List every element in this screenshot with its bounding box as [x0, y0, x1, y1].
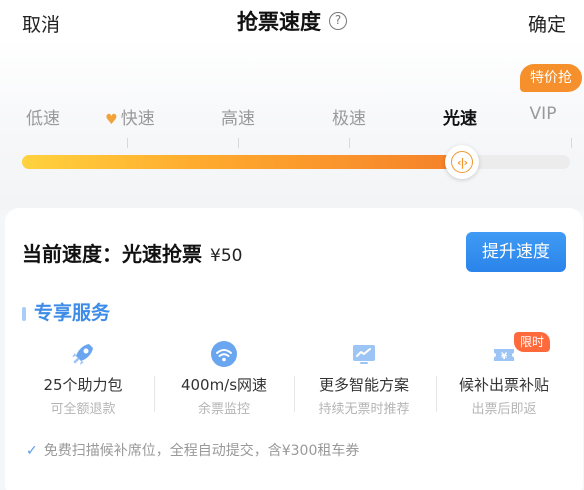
- service-title: 更多智能方案: [318, 376, 409, 394]
- speed-level-label: VIP: [529, 104, 557, 124]
- rocket-icon: [72, 344, 93, 365]
- slider-tick: [571, 138, 572, 148]
- check-icon: ✓: [26, 443, 38, 459]
- service-footnote: ✓ 免费扫描候补席位，全程自动提交，含¥300租车券: [26, 440, 359, 460]
- speed-level-label: 快速: [120, 109, 155, 129]
- speed-slider-track[interactable]: [22, 155, 570, 169]
- limited-time-badge: 限时: [514, 332, 550, 352]
- service-item-network: 400m/s网速 余票监控: [151, 340, 297, 420]
- slider-tick: [238, 138, 239, 148]
- section-bar: [22, 306, 26, 321]
- services-section-title: 专享服务: [22, 298, 110, 325]
- page-title: 抢票速度: [237, 10, 321, 34]
- service-title: 候补出票补贴: [458, 376, 549, 394]
- current-speed-price: ¥50: [210, 246, 243, 266]
- service-title: 400m/s网速: [180, 376, 268, 394]
- service-subtitle: 出票后即返: [471, 402, 537, 417]
- speed-level-label: 极速: [332, 109, 366, 129]
- service-subtitle: 持续无票时推荐: [318, 402, 410, 417]
- speed-slider-fill: [22, 155, 461, 169]
- question-circle-icon[interactable]: ?: [329, 12, 347, 30]
- current-speed-label: 当前速度：光速抢票: [22, 242, 202, 266]
- current-speed: 当前速度：光速抢票 ¥50: [22, 238, 242, 267]
- speed-slider-thumb[interactable]: ‹|›: [445, 145, 479, 179]
- services-title-text: 专享服务: [34, 302, 111, 324]
- service-subtitle: 余票监控: [197, 402, 250, 417]
- confirm-button[interactable]: 确定: [528, 10, 566, 37]
- speed-level-extreme[interactable]: 极速: [332, 104, 366, 129]
- speed-level-fast[interactable]: ♥ 快速: [105, 104, 155, 129]
- footnote-text: 免费扫描候补席位，全程自动提交，含¥300租车券: [43, 443, 360, 459]
- chart-monitor-icon: [353, 345, 375, 364]
- service-item-boost: 25个助力包 可全额退款: [10, 340, 156, 420]
- speed-level-light[interactable]: 光速: [443, 104, 477, 129]
- header-title-wrap: 抢票速度?: [0, 6, 584, 36]
- speed-level-high[interactable]: 高速: [221, 104, 255, 129]
- slider-ticks: [0, 138, 584, 152]
- slider-tick: [127, 138, 128, 148]
- slider-handle-icon: ‹|›: [451, 151, 473, 173]
- special-price-badge: 特价抢: [520, 64, 582, 92]
- wifi-icon: [211, 341, 237, 367]
- service-title: 25个助力包: [43, 376, 123, 394]
- svg-text:¥: ¥: [501, 352, 508, 362]
- speed-level-low[interactable]: 低速: [26, 104, 60, 129]
- speed-level-label: 高速: [221, 109, 255, 129]
- speed-level-label: 低速: [26, 109, 60, 129]
- service-item-smart-plan: 更多智能方案 持续无票时推荐: [291, 340, 437, 420]
- service-subtitle: 可全额退款: [50, 402, 116, 417]
- speed-level-vip[interactable]: VIP: [530, 104, 557, 124]
- service-item-subsidy: ¥ 候补出票补贴 出票后即返: [431, 340, 577, 420]
- slider-tick: [349, 138, 350, 148]
- upgrade-speed-button[interactable]: 提升速度: [466, 232, 566, 272]
- speed-level-label: 光速: [443, 109, 477, 129]
- heart-icon: ♥: [105, 112, 118, 128]
- speed-level-labels: 低速 ♥ 快速 高速 极速 光速 VIP: [0, 104, 584, 129]
